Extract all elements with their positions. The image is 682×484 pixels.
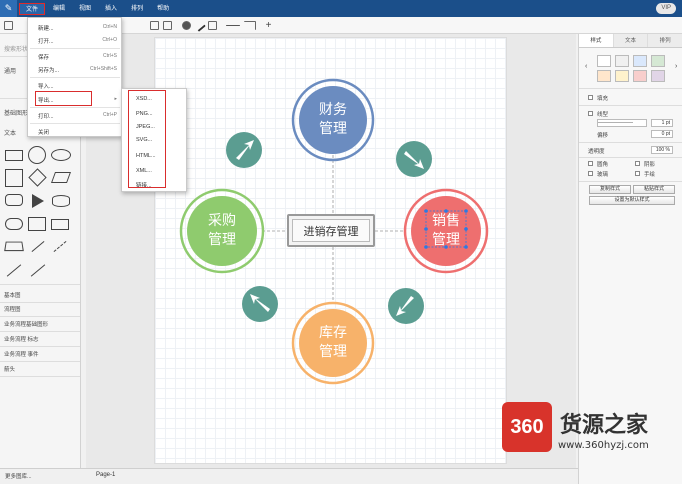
fill-checkbox[interactable]	[588, 95, 593, 100]
menu-import[interactable]: 导入...	[38, 82, 54, 90]
divider	[579, 105, 682, 106]
arrow-badge-top-left[interactable]	[226, 132, 262, 168]
menu-save[interactable]: 保存	[38, 53, 49, 61]
menu-divider	[30, 77, 120, 78]
more-shapes-link[interactable]: 更多图库...	[5, 472, 32, 480]
sketch-checkbox[interactable]	[635, 171, 640, 176]
menu-print[interactable]: 打印...	[38, 112, 54, 120]
menu-print-shortcut: Ctrl+P	[102, 112, 117, 118]
menu-close[interactable]: 关闭	[38, 128, 49, 136]
glass-checkbox[interactable]	[588, 171, 593, 176]
watermark-brand: 货源之家	[560, 413, 649, 438]
format-tabs: 样式 文本 排列	[579, 34, 682, 48]
submenu-arrow-icon: ▸	[114, 96, 117, 102]
next-swatches-icon[interactable]: ›	[675, 63, 677, 70]
copy-style-button[interactable]: 复制样式	[589, 185, 631, 194]
finance-label-line2: 管理	[319, 121, 347, 137]
center-node-label: 进销存管理	[292, 219, 370, 242]
sketch-label: 手绘	[644, 172, 656, 178]
menu-open[interactable]: 打开...	[38, 37, 54, 45]
style-swatch[interactable]	[597, 70, 611, 82]
divider	[579, 142, 682, 143]
inventory-label: 库存 管理	[303, 324, 363, 362]
tab-style[interactable]: 样式	[579, 34, 614, 47]
style-swatch[interactable]	[615, 70, 629, 82]
rounded-label: 圆角	[597, 162, 609, 168]
finance-label-line1: 财务	[319, 102, 347, 118]
style-swatch[interactable]	[633, 70, 647, 82]
set-default-style-button[interactable]: 设置为默认样式	[589, 196, 675, 205]
bottom-bar: 更多图库... Page-1	[0, 468, 578, 484]
line-style-select[interactable]: ———————	[597, 119, 647, 127]
rounded-checkbox[interactable]	[588, 161, 593, 166]
menu-divider	[30, 123, 120, 124]
purchase-label: 采购 管理	[192, 212, 252, 250]
opacity-label: 透明度	[588, 149, 605, 155]
divider	[579, 157, 682, 158]
inventory-label-line2: 管理	[319, 344, 347, 360]
menu-new[interactable]: 新建...	[38, 24, 54, 32]
prev-swatches-icon[interactable]: ‹	[585, 63, 587, 70]
menu-divider	[30, 107, 120, 108]
menu-save-as-shortcut: Ctrl+Shift+S	[90, 66, 117, 72]
divider	[579, 181, 682, 182]
watermark-url: www.360hyzj.com	[558, 440, 649, 451]
opacity-input[interactable]: 100 %	[651, 146, 673, 154]
sales-label-line1: 销售	[432, 213, 460, 229]
finance-label: 财务 管理	[303, 101, 363, 139]
page-tab[interactable]: Page-1	[96, 472, 115, 478]
arrow-badge-bottom-left[interactable]	[242, 286, 278, 322]
style-swatch[interactable]	[651, 70, 665, 82]
tab-arrange[interactable]: 排列	[648, 34, 682, 47]
glass-label: 玻璃	[597, 172, 609, 178]
menu-open-shortcut: Ctrl+O	[102, 37, 117, 43]
purchase-label-line1: 采购	[208, 213, 236, 229]
style-swatch[interactable]	[615, 55, 629, 67]
sales-label-line2: 管理	[432, 232, 460, 248]
sales-label: 销售 管理	[416, 212, 476, 250]
line-width-input[interactable]: 1 pt	[651, 119, 673, 127]
inventory-label-line1: 库存	[319, 325, 347, 341]
export-submenu-highlight	[128, 90, 166, 188]
menu-save-as[interactable]: 另存为...	[38, 66, 59, 74]
line-checkbox[interactable]	[588, 111, 593, 116]
offset-label: 偏移	[597, 133, 609, 139]
file-menu-dropdown: 新建... Ctrl+N 打开... Ctrl+O 保存 Ctrl+S 另存为.…	[27, 17, 122, 137]
line-label: 线型	[597, 112, 609, 118]
tab-text[interactable]: 文本	[613, 34, 649, 47]
paste-style-button[interactable]: 粘贴样式	[633, 185, 675, 194]
style-swatch[interactable]	[651, 55, 665, 67]
style-swatch[interactable]	[633, 55, 647, 67]
export-highlight	[35, 91, 92, 106]
arrow-badge-bottom-right[interactable]	[388, 288, 424, 324]
fill-label: 填充	[597, 96, 609, 102]
center-node[interactable]: 进销存管理	[287, 214, 375, 247]
menu-save-shortcut: Ctrl+S	[102, 53, 117, 59]
style-swatch[interactable]	[597, 55, 611, 67]
shadow-checkbox[interactable]	[635, 161, 640, 166]
menu-divider	[30, 48, 120, 49]
divider	[579, 88, 682, 89]
offset-input[interactable]: 0 pt	[651, 130, 673, 138]
purchase-label-line2: 管理	[208, 232, 236, 248]
watermark-360-logo: 360	[502, 402, 552, 452]
shadow-label: 阴影	[644, 162, 656, 168]
arrow-badge-top-right[interactable]	[396, 141, 432, 177]
menu-new-shortcut: Ctrl+N	[102, 24, 117, 30]
